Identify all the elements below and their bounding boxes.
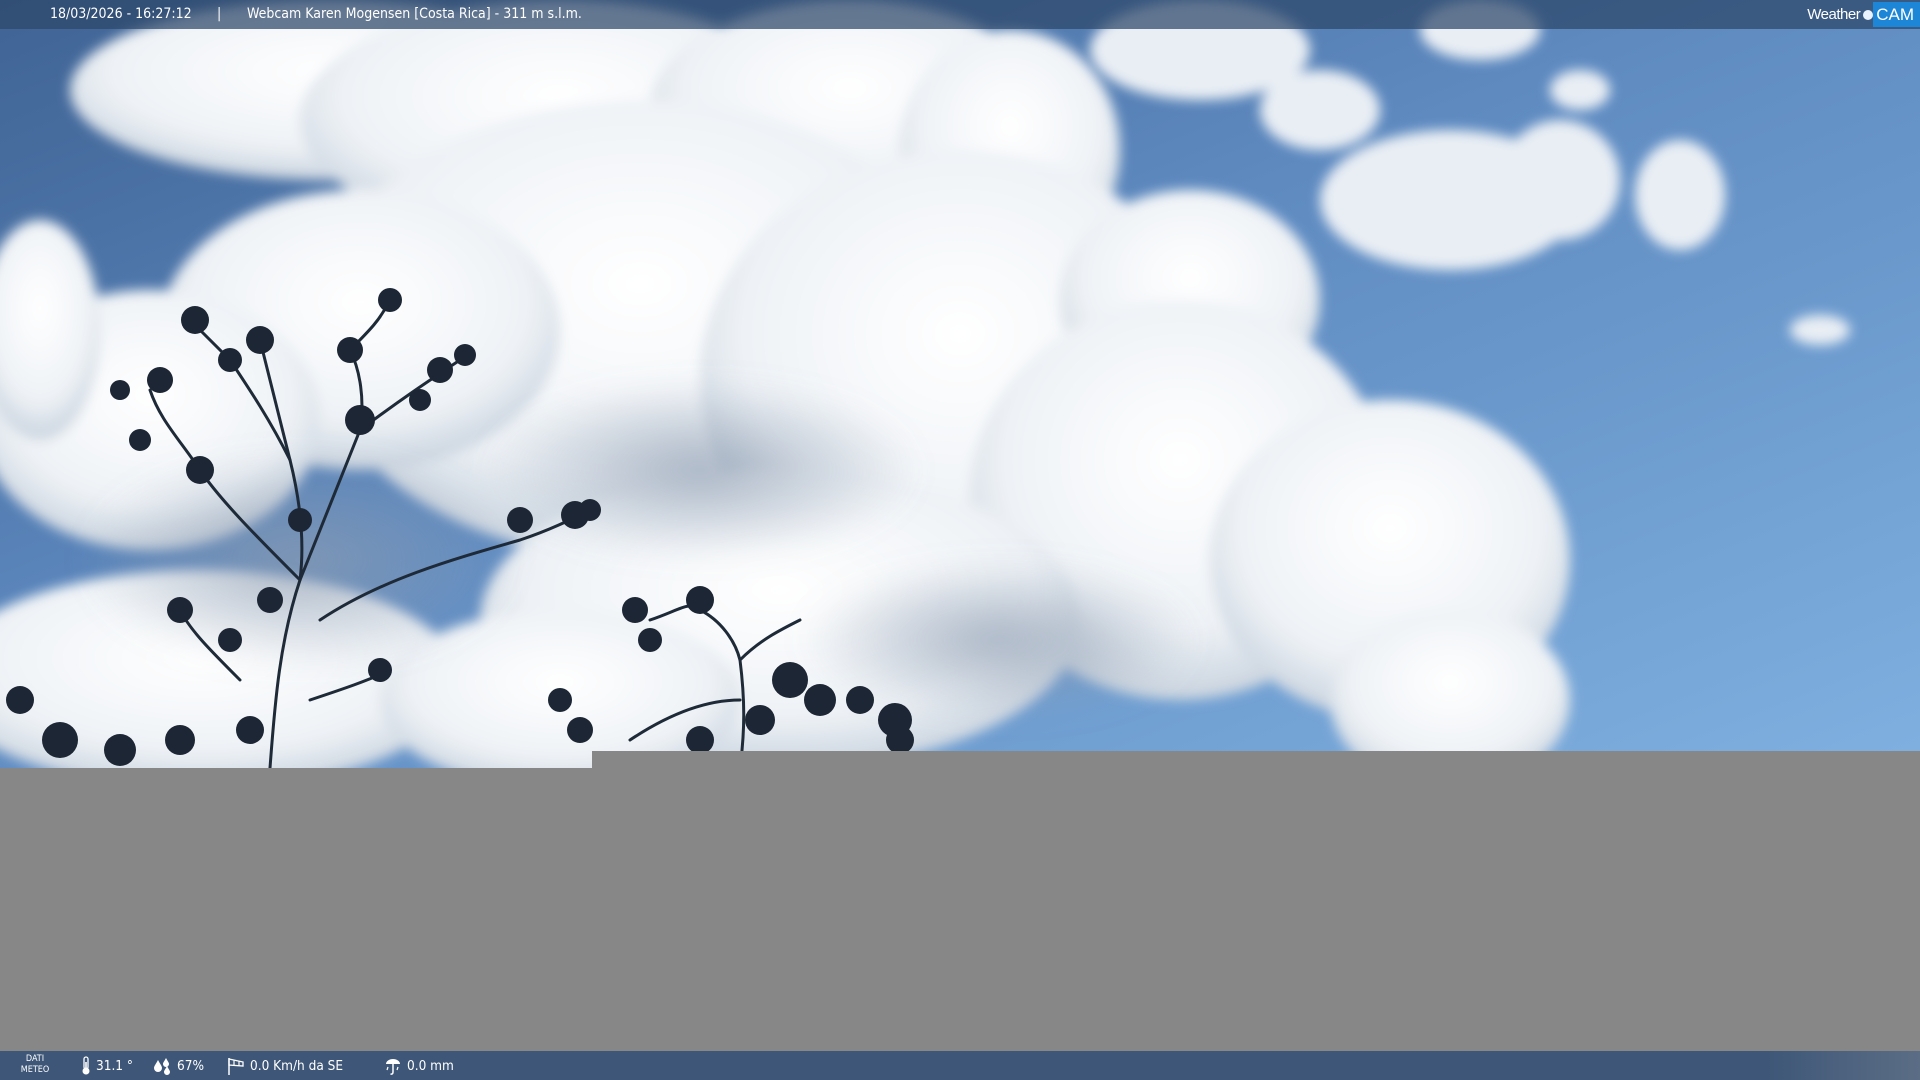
wind-value: 0.0 Km/h da SE <box>250 1057 344 1074</box>
timestamp: 18/03/2026 - 16:27:12 <box>50 6 192 22</box>
webcam-image <box>0 0 1920 768</box>
rain-readout: 0.0 mm <box>383 1051 454 1080</box>
dati-meteo-label: DATI METEO <box>18 1054 52 1076</box>
webcam-frame: 18/03/2026 - 16:27:12 | Webcam Karen Mog… <box>0 0 1920 1080</box>
rain-value: 0.0 mm <box>407 1057 454 1074</box>
weathercam-logo: Weather CAM <box>1807 2 1920 27</box>
weather-data-bar: DATI METEO 31.1 ° 67% 0.0 Km/h da SE 0.0… <box>0 1051 1920 1080</box>
rain-gauge-icon <box>386 1058 400 1075</box>
brand-cam: CAM <box>1873 2 1920 27</box>
humidity-drops-icon <box>154 1057 170 1075</box>
missing-image-region-top <box>592 751 1920 769</box>
wind-readout: 0.0 Km/h da SE <box>226 1051 343 1080</box>
dati-label-line2: METEO <box>20 1065 50 1075</box>
header-bar: 18/03/2026 - 16:27:12 | Webcam Karen Mog… <box>0 0 1920 29</box>
temperature-readout: 31.1 ° <box>80 1051 133 1080</box>
brand-word: Weather <box>1807 6 1861 23</box>
windsock-icon <box>228 1057 244 1075</box>
brand-dot-icon <box>1863 9 1874 20</box>
humidity-readout: 67% <box>153 1051 204 1080</box>
temperature-value: 31.1 ° <box>96 1057 133 1074</box>
header-separator: | <box>217 6 222 22</box>
thermometer-icon <box>82 1055 90 1074</box>
webcam-title: Webcam Karen Mogensen [Costa Rica] - 311… <box>247 6 582 22</box>
dati-label-line1: DATI <box>25 1054 45 1064</box>
missing-image-region <box>0 768 1920 1051</box>
humidity-value: 67% <box>177 1057 204 1074</box>
